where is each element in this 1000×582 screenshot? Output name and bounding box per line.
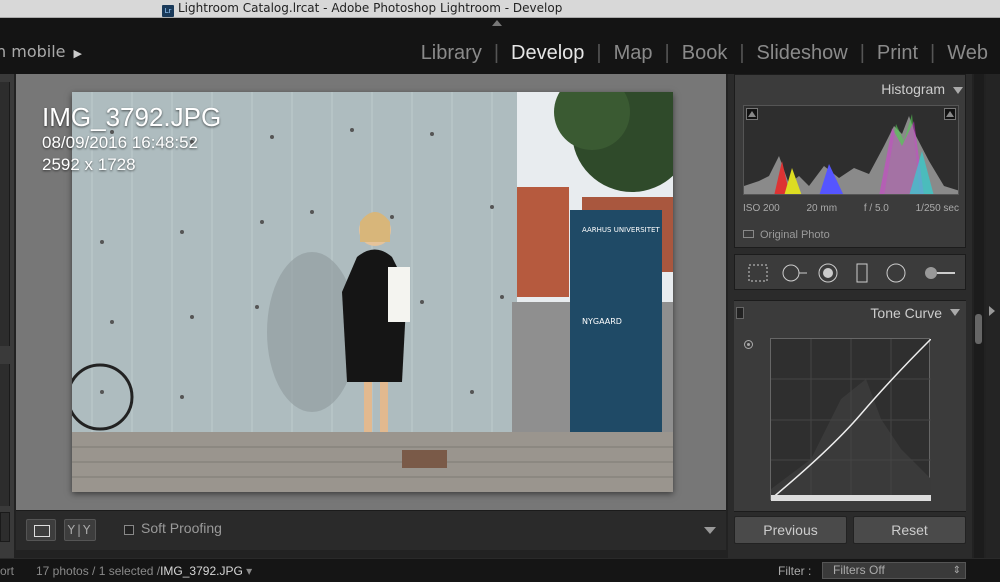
soft-proofing-checkbox[interactable] xyxy=(124,525,134,535)
graduated-filter-icon[interactable] xyxy=(855,263,869,283)
original-photo-icon xyxy=(743,230,754,238)
module-book[interactable]: Book xyxy=(682,42,728,65)
loupe-view: AARHUS UNIVERSITET NYGAARD IMG_3792.JPG … xyxy=(16,74,726,510)
histogram-exif: ISO 200 20 mm f / 5.0 1/250 sec xyxy=(743,203,959,214)
histogram-header[interactable]: Histogram xyxy=(735,79,967,101)
module-map[interactable]: Map xyxy=(614,42,653,65)
window-title-bar: Lr Lightroom Catalog.lrcat - Adobe Photos… xyxy=(0,0,1000,18)
before-after-button[interactable]: Y|Y xyxy=(64,519,96,541)
expand-right-icon[interactable] xyxy=(989,306,995,316)
photos-count-text: 17 photos / 1 selected / xyxy=(36,564,161,578)
histogram-title: Histogram xyxy=(881,81,945,97)
left-panel-button[interactable] xyxy=(0,512,10,542)
spot-removal-icon[interactable] xyxy=(781,263,807,283)
import-label-cut[interactable]: ort xyxy=(0,564,14,578)
loupe-view-button[interactable] xyxy=(26,519,56,541)
svg-text:AARHUS UNIVERSITET: AARHUS UNIVERSITET xyxy=(582,226,660,234)
tool-strip xyxy=(734,254,966,290)
filter-select[interactable]: Filters Off xyxy=(822,562,966,579)
svg-text:NYGAARD: NYGAARD xyxy=(582,317,622,326)
module-slideshow[interactable]: Slideshow xyxy=(757,42,848,65)
module-separator: | xyxy=(739,42,745,64)
radial-filter-icon[interactable] xyxy=(885,263,907,283)
play-arrow-icon[interactable]: ▶ xyxy=(74,47,82,60)
right-panel-edge[interactable] xyxy=(986,74,1000,558)
module-separator: | xyxy=(493,42,500,64)
focal-length-value: 20 mm xyxy=(806,203,838,214)
collapse-top-panel-icon[interactable] xyxy=(492,20,502,26)
module-separator: | xyxy=(930,42,936,64)
scrollbar-thumb[interactable] xyxy=(975,314,982,344)
tone-curve-panel xyxy=(734,326,966,512)
module-separator: | xyxy=(596,42,602,64)
selected-filename: IMG_3792.JPG xyxy=(160,564,243,578)
previous-button[interactable]: Previous xyxy=(734,516,847,544)
workspace: AARHUS UNIVERSITET NYGAARD IMG_3792.JPG … xyxy=(0,74,1000,558)
left-panel-collapsed[interactable] xyxy=(0,74,14,558)
red-eye-icon[interactable] xyxy=(817,263,839,283)
targeted-adjustment-icon[interactable] xyxy=(744,340,753,349)
filter-label: Filter : xyxy=(778,564,812,578)
iso-value: ISO 200 xyxy=(743,203,780,214)
lightroom-app-icon: Lr xyxy=(162,5,174,17)
window-title-text: Lightroom Catalog.lrcat - Adobe Photosho… xyxy=(178,1,563,15)
tone-curve-switch[interactable] xyxy=(736,307,744,319)
window-title: Lr Lightroom Catalog.lrcat - Adobe Photos… xyxy=(162,1,562,17)
tone-curve-header[interactable]: Tone Curve xyxy=(734,300,966,326)
shadow-clipping-icon[interactable] xyxy=(746,108,758,120)
photo-filename: IMG_3792.JPG xyxy=(42,102,222,132)
shutter-value: 1/250 sec xyxy=(915,203,959,214)
module-separator: | xyxy=(664,42,670,64)
module-picker-bar: n mobile ▶ Library | Develop | Map | Book… xyxy=(0,18,1000,74)
photo-datetime: 08/09/2016 16:48:52 xyxy=(42,133,198,152)
tone-curve-title: Tone Curve xyxy=(870,305,942,321)
aperture-value: f / 5.0 xyxy=(863,203,889,214)
toolbar-menu-icon[interactable] xyxy=(704,527,716,534)
histogram-panel: Histogram ISO 200 20 mm f / 5.0 1/250 se… xyxy=(734,74,966,248)
module-picker: Library | Develop | Map | Book | Slidesh… xyxy=(421,42,988,65)
highlight-clipping-icon[interactable] xyxy=(944,108,956,120)
histogram-graph[interactable] xyxy=(743,105,959,195)
adjustment-brush-icon[interactable] xyxy=(923,263,957,283)
filmstrip-status-bar: ort 17 photos / 1 selected /IMG_3792.JPG… xyxy=(0,558,1000,582)
module-print[interactable]: Print xyxy=(877,42,918,65)
identity-plate-text: n mobile xyxy=(0,42,66,61)
original-photo-label: Original Photo xyxy=(760,229,830,241)
module-web[interactable]: Web xyxy=(947,42,988,65)
photo-info-overlay: IMG_3792.JPG 08/09/2016 16:48:52 2592 x … xyxy=(42,102,221,176)
module-separator: | xyxy=(859,42,865,64)
collapse-tone-curve-icon[interactable] xyxy=(950,309,960,316)
module-develop[interactable]: Develop xyxy=(511,42,584,65)
identity-plate[interactable]: n mobile ▶ xyxy=(0,42,82,61)
crop-overlay-icon[interactable] xyxy=(747,263,769,283)
collapse-histogram-icon[interactable] xyxy=(953,87,963,94)
photo-dimensions: 2592 x 1728 xyxy=(42,155,136,174)
right-panel: Histogram ISO 200 20 mm f / 5.0 1/250 se… xyxy=(728,74,972,558)
right-panel-scrollbar[interactable] xyxy=(974,74,984,558)
module-library[interactable]: Library xyxy=(421,42,482,65)
develop-toolbar: Y|Y Soft Proofing xyxy=(16,510,726,550)
left-panel-strip xyxy=(0,82,10,346)
tone-curve-graph[interactable] xyxy=(770,338,932,501)
selection-count[interactable]: 17 photos / 1 selected /IMG_3792.JPG ▾ xyxy=(36,564,252,578)
develop-buttons: Previous Reset xyxy=(734,516,966,544)
original-photo-toggle[interactable]: Original Photo xyxy=(743,229,830,241)
reset-button[interactable]: Reset xyxy=(853,516,966,544)
left-panel-strip xyxy=(0,364,10,506)
soft-proofing-label[interactable]: Soft Proofing xyxy=(141,520,222,536)
